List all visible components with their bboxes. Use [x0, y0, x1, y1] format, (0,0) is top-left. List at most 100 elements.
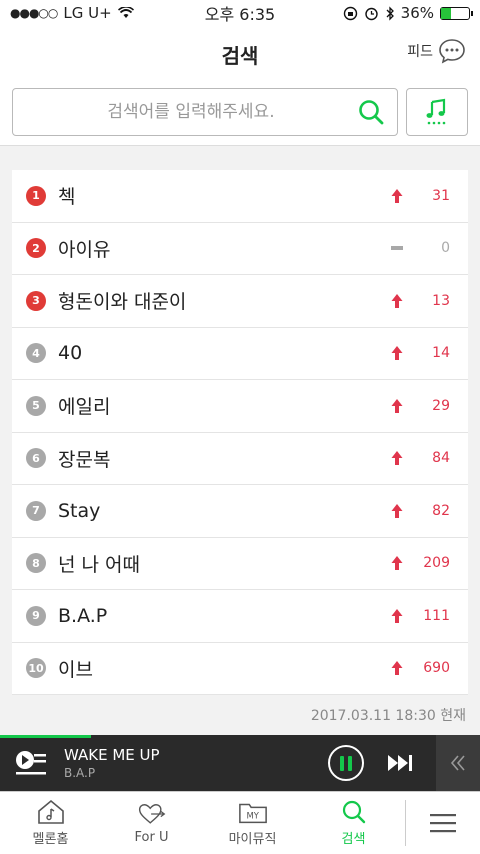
- ranking-row[interactable]: 4 40 14: [12, 328, 468, 380]
- chat-bubble-icon: [439, 39, 465, 64]
- rank-up-icon: [382, 398, 412, 414]
- ranking-row[interactable]: 5 에일리 29: [12, 380, 468, 433]
- arrow-up-icon: [391, 398, 403, 413]
- music-recognition-icon: [426, 98, 446, 125]
- feed-button[interactable]: 피드: [407, 38, 466, 64]
- search-input[interactable]: [25, 102, 357, 122]
- arrow-up-icon: [391, 451, 403, 466]
- signal-icon: ●●●○○: [10, 6, 58, 20]
- battery-percent: 36%: [400, 4, 434, 22]
- wifi-icon: [117, 7, 134, 18]
- search-icon: [342, 800, 365, 824]
- arrow-up-icon: [391, 556, 403, 571]
- ranking-row[interactable]: 9 B.A.P 111: [12, 590, 468, 643]
- search-keyword: B.A.P: [58, 604, 108, 627]
- search-keyword: 아이유: [58, 238, 111, 261]
- playback-progress[interactable]: [0, 735, 92, 738]
- rank-badge: 4: [26, 343, 46, 364]
- arrow-up-icon: [391, 188, 403, 203]
- ranking-row[interactable]: 1 첵 31: [12, 170, 468, 223]
- tab-label: For U: [134, 830, 169, 845]
- rank-badge: 10: [26, 658, 46, 679]
- rank-change-value: 111: [423, 607, 450, 624]
- arrow-up-icon: [391, 661, 403, 676]
- pause-button[interactable]: [328, 745, 364, 781]
- search-icon[interactable]: [357, 98, 385, 126]
- rank-change-value: 0: [441, 240, 450, 257]
- menu-button[interactable]: [406, 792, 480, 854]
- rank-badge: 6: [26, 448, 46, 469]
- arrow-up-icon: [391, 503, 403, 518]
- rank-badge: 3: [26, 290, 46, 311]
- carrier-label: LG U+: [63, 4, 112, 22]
- status-bar: ●●●○○ LG U+ 오후 6:35 36%: [0, 0, 480, 26]
- rank-up-icon: [382, 503, 412, 519]
- rank-change-value: 209: [423, 555, 450, 572]
- track-artist: B.A.P: [64, 766, 96, 780]
- rank-change-value: 14: [432, 345, 450, 362]
- music-recognition-button[interactable]: [406, 88, 468, 136]
- pause-icon-bar: [340, 755, 344, 771]
- my-music-icon: MY: [238, 803, 267, 824]
- search-keyword: 형돈이와 대준이: [58, 291, 187, 314]
- rank-badge: 9: [26, 605, 46, 626]
- rank-up-icon: [382, 293, 412, 309]
- rank-up-icon: [382, 188, 412, 204]
- rank-up-icon: [382, 345, 412, 361]
- dash-icon: [391, 246, 403, 251]
- tab-label: 멜론홈: [32, 832, 69, 847]
- tab-melon-home[interactable]: 멜론홈: [0, 792, 101, 854]
- tab-my-music[interactable]: MY 마이뮤직: [202, 792, 303, 854]
- playlist-icon[interactable]: [14, 748, 48, 778]
- next-track-icon[interactable]: [386, 753, 414, 773]
- rank-up-icon: [382, 608, 412, 624]
- search-keyword: 이브: [58, 658, 93, 681]
- svg-text:MY: MY: [246, 811, 259, 821]
- rank-badge: 1: [26, 185, 46, 206]
- search-keyword: 첵: [58, 186, 76, 209]
- search-keyword: 에일리: [58, 396, 111, 419]
- ranking-row[interactable]: 8 넌 나 어때 209: [12, 538, 468, 590]
- bluetooth-icon: [386, 5, 394, 21]
- ranking-row[interactable]: 7 Stay 82: [12, 485, 468, 538]
- ranking-row[interactable]: 10 이브 690: [12, 643, 468, 695]
- search-keyword: 넌 나 어때: [58, 553, 140, 576]
- page-title: 검색: [221, 43, 259, 68]
- rank-badge: 7: [26, 500, 46, 521]
- tab-label: 마이뮤직: [228, 832, 277, 847]
- search-box[interactable]: [12, 88, 398, 136]
- search-ranking-list: 1 첵 31 2 아이유 0 3 형돈이와 대준이 13 4 40 14 5 에일리 29 6 장문복 84 7 St…: [12, 170, 468, 695]
- rank-up-icon: [382, 450, 412, 466]
- arrow-up-icon: [391, 346, 403, 361]
- mini-player[interactable]: WAKE ME UP B.A.P: [0, 735, 480, 791]
- rank-change-value: 13: [432, 292, 450, 309]
- now-playing-info[interactable]: WAKE ME UP B.A.P: [64, 746, 328, 780]
- feed-label: 피드: [407, 44, 433, 60]
- double-chevron-left-icon: [450, 755, 465, 771]
- alarm-icon: [364, 7, 378, 20]
- arrow-up-icon: [391, 293, 403, 308]
- rank-badge: 5: [26, 395, 46, 416]
- ranking-row[interactable]: 2 아이유 0: [12, 223, 468, 275]
- rank-same-icon: [382, 246, 412, 251]
- tab-search[interactable]: 검색: [303, 792, 404, 854]
- for-u-heart-icon: [138, 804, 165, 824]
- ranking-row[interactable]: 3 형돈이와 대준이 13: [12, 275, 468, 328]
- tab-label: 검색: [341, 832, 366, 847]
- search-keyword: 40: [58, 342, 83, 365]
- search-bar: [0, 82, 480, 146]
- rank-change-value: 29: [432, 397, 450, 414]
- melon-home-icon: [37, 799, 64, 824]
- track-title: WAKE ME UP: [64, 746, 160, 764]
- ranking-row[interactable]: 6 장문복 84: [12, 433, 468, 485]
- battery-icon: [440, 6, 473, 20]
- player-expand-tab[interactable]: [436, 735, 480, 791]
- rank-up-icon: [382, 660, 412, 676]
- tab-for-u[interactable]: For U: [101, 792, 202, 854]
- rank-up-icon: [382, 555, 412, 571]
- rank-change-value: 690: [423, 660, 450, 677]
- rank-change-value: 31: [432, 187, 450, 204]
- ranking-timestamp: 2017.03.11 18:30 현재: [310, 708, 466, 724]
- rank-badge: 8: [26, 553, 46, 574]
- rank-change-value: 84: [432, 450, 450, 467]
